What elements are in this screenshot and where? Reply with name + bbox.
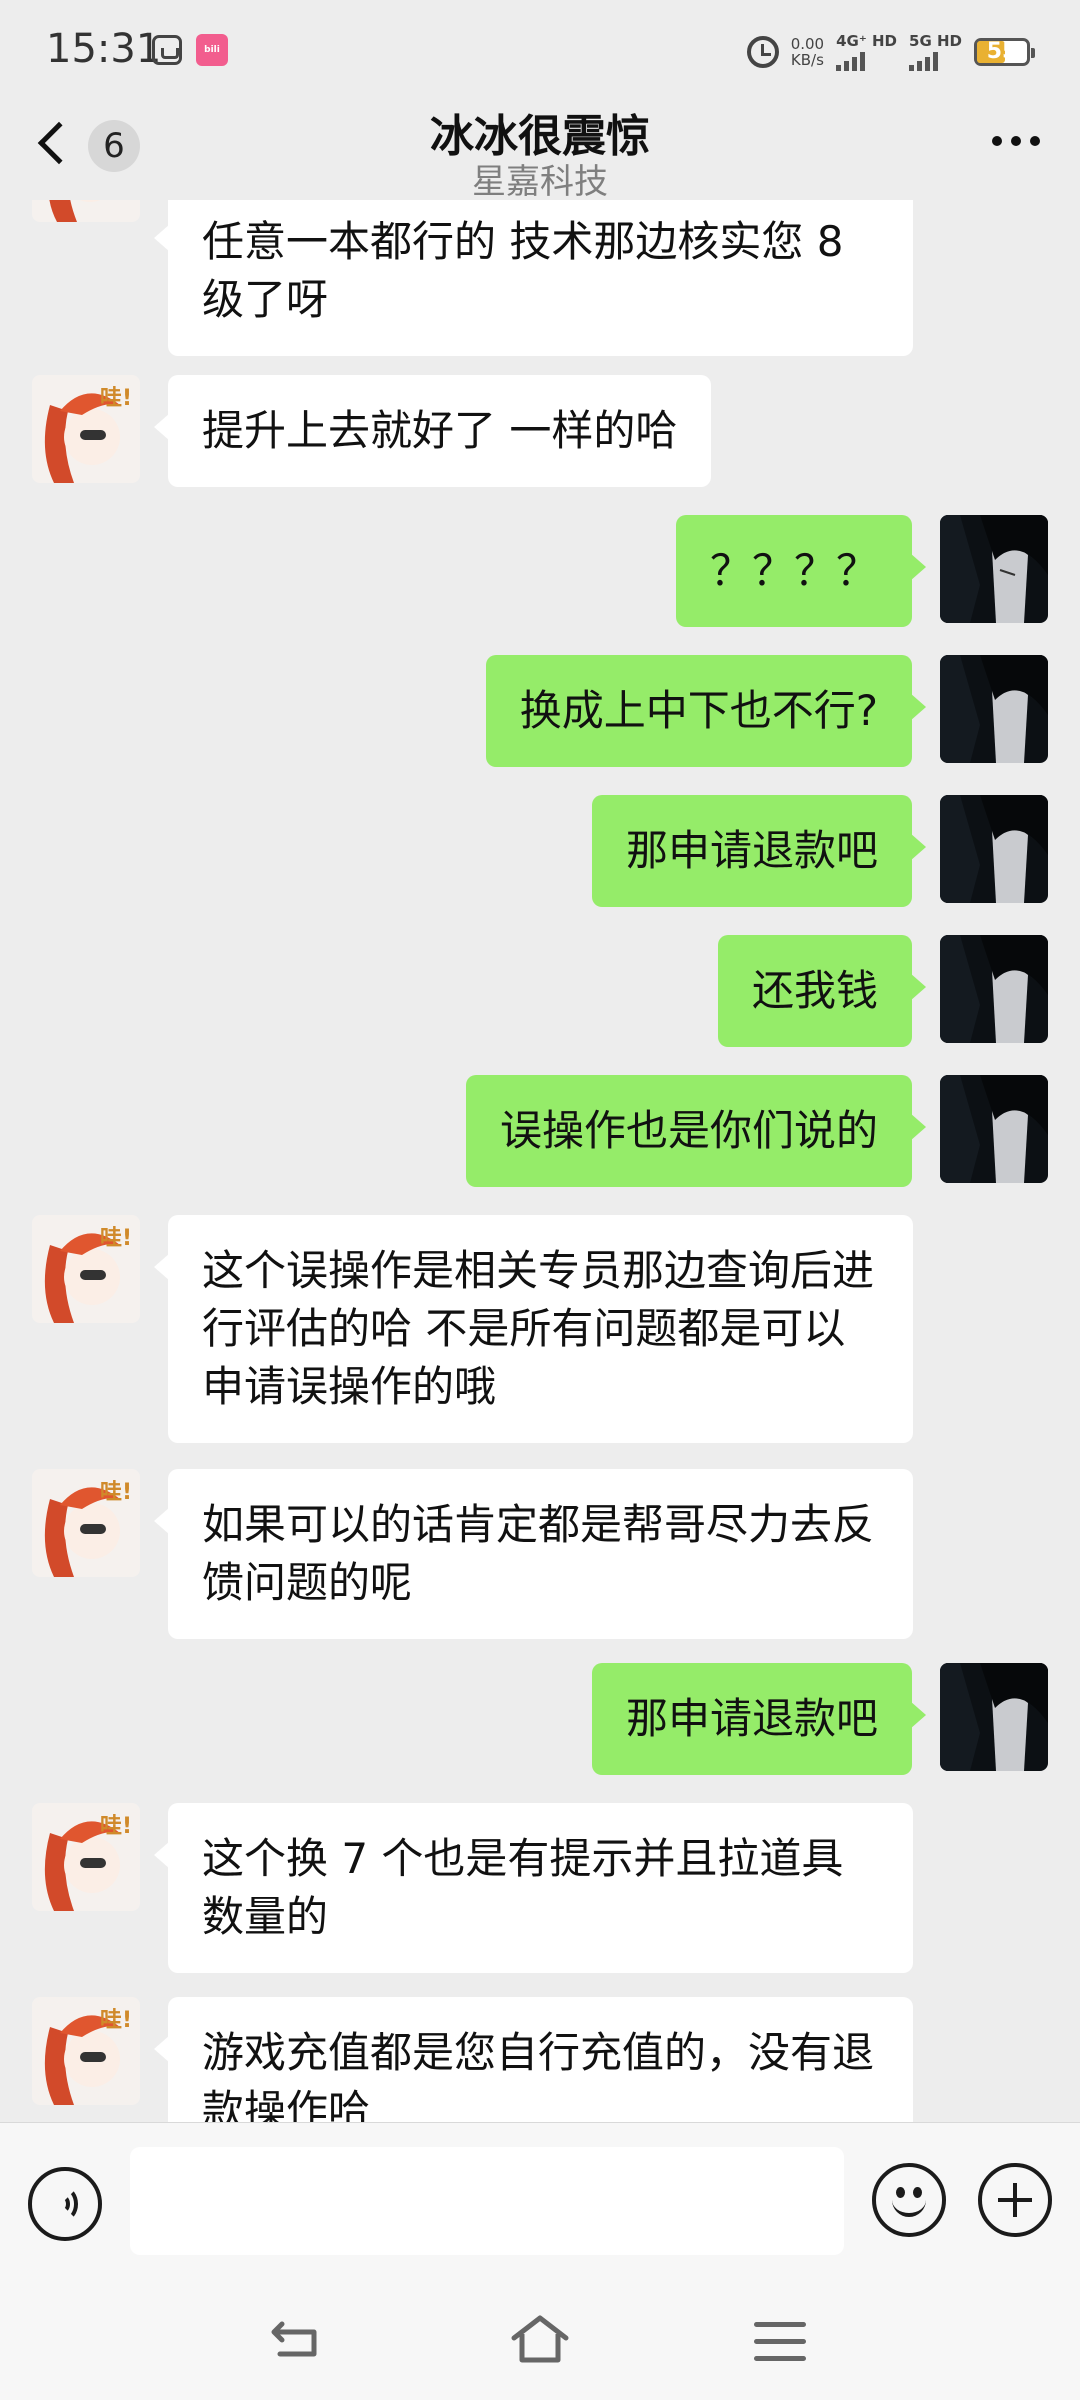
- more-functions-plus-icon[interactable]: [978, 2163, 1052, 2237]
- svg-text:哇!: 哇!: [100, 1480, 132, 1505]
- emoji-icon[interactable]: [872, 2163, 946, 2237]
- svg-text:哇!: 哇!: [100, 386, 132, 411]
- voice-input-icon[interactable]: [28, 2167, 102, 2241]
- message-list[interactable]: 任意一本都行的 技术那边核实您 8 级了呀 哇! 提升上去就好了 一样的哈 ？？…: [0, 200, 1080, 2122]
- contact-avatar[interactable]: 哇!: [32, 1469, 140, 1577]
- network-type-1: 4G⁺ HD: [836, 32, 898, 50]
- user-avatar[interactable]: [940, 935, 1048, 1043]
- status-bar: 15:31 bili 0.00 KB/s 4G⁺ HD 5G HD 55: [0, 0, 1080, 100]
- contact-avatar[interactable]: [32, 200, 140, 222]
- network-speed: 0.00 KB/s: [791, 36, 824, 68]
- battery-level: 55: [986, 39, 1018, 64]
- message-bubble-received[interactable]: 任意一本都行的 技术那边核实您 8 级了呀: [154, 200, 913, 356]
- message-bubble-sent[interactable]: 还我钱: [717, 935, 927, 1047]
- message-row: 换成上中下也不行?: [0, 655, 1080, 767]
- more-options-icon[interactable]: [992, 136, 1040, 146]
- user-avatar[interactable]: [940, 655, 1048, 763]
- user-avatar[interactable]: [940, 795, 1048, 903]
- network-type-2: 5G HD: [909, 32, 962, 50]
- message-input-bar: [0, 2122, 1080, 2280]
- message-bubble-received[interactable]: 如果可以的话肯定都是帮哥尽力去反馈问题的呢: [154, 1469, 913, 1639]
- network-speed-unit: KB/s: [790, 51, 824, 69]
- message-row: 那申请退款吧: [0, 1663, 1080, 1775]
- message-bubble-sent[interactable]: ？？？？: [675, 515, 927, 627]
- contact-avatar[interactable]: 哇!: [32, 1215, 140, 1323]
- user-avatar[interactable]: [940, 1663, 1048, 1771]
- message-row: 误操作也是你们说的: [0, 1075, 1080, 1187]
- svg-text:哇!: 哇!: [100, 1814, 132, 1839]
- user-avatar[interactable]: [940, 515, 1048, 623]
- signal-icon-2: 5G HD: [909, 33, 962, 71]
- contact-avatar[interactable]: 哇!: [32, 1997, 140, 2105]
- battery-icon: 55: [974, 38, 1035, 66]
- signal-icon: 4G⁺ HD: [836, 33, 897, 71]
- message-bubble-received[interactable]: 这个误操作是相关专员那边查询后进行评估的哈 不是所有问题都是可以申请误操作的哦: [154, 1215, 913, 1443]
- network-speed-value: 0.00: [790, 35, 825, 53]
- nav-home-icon[interactable]: [510, 2314, 570, 2364]
- system-navigation-bar: [0, 2280, 1080, 2400]
- message-text-input[interactable]: [130, 2147, 844, 2255]
- bilibili-app-icon: bili: [196, 34, 228, 66]
- message-row: ？？？？: [0, 515, 1080, 627]
- user-avatar[interactable]: [940, 1075, 1048, 1183]
- message-bubble-received[interactable]: 这个换 7 个也是有提示并且拉道具数量的: [154, 1803, 913, 1973]
- gallery-app-icon: [152, 35, 182, 65]
- svg-text:哇!: 哇!: [100, 2008, 132, 2033]
- message-row: 任意一本都行的 技术那边核实您 8 级了呀: [0, 200, 1080, 356]
- chat-header: 6 冰冰很震惊 星嘉科技: [0, 100, 1080, 202]
- message-row: 还我钱: [0, 935, 1080, 1047]
- message-row: 哇! 游戏充值都是您自行充值的，没有退款操作哈: [0, 1997, 1080, 2122]
- message-bubble-sent[interactable]: 误操作也是你们说的: [465, 1075, 927, 1187]
- nav-menu-icon[interactable]: [754, 2322, 806, 2362]
- svg-text:哇!: 哇!: [100, 1226, 132, 1251]
- message-bubble-sent[interactable]: 那申请退款吧: [591, 795, 927, 907]
- message-row: 哇! 如果可以的话肯定都是帮哥尽力去反馈问题的呢: [0, 1469, 1080, 1639]
- message-bubble-sent[interactable]: 那申请退款吧: [591, 1663, 927, 1775]
- message-row: 哇! 提升上去就好了 一样的哈: [0, 375, 1080, 487]
- alarm-icon: [746, 36, 779, 68]
- message-bubble-received[interactable]: 提升上去就好了 一样的哈: [153, 375, 712, 487]
- status-indicators: 0.00 KB/s 4G⁺ HD 5G HD 55: [746, 30, 1035, 74]
- nav-back-icon[interactable]: [270, 2320, 326, 2360]
- contact-avatar[interactable]: 哇!: [32, 1803, 140, 1911]
- message-bubble-received[interactable]: 游戏充值都是您自行充值的，没有退款操作哈: [154, 1997, 913, 2122]
- message-row: 哇! 这个换 7 个也是有提示并且拉道具数量的: [0, 1803, 1080, 1973]
- status-time: 15:31: [46, 26, 162, 72]
- message-row: 哇! 这个误操作是相关专员那边查询后进行评估的哈 不是所有问题都是可以申请误操作…: [0, 1215, 1080, 1443]
- contact-avatar[interactable]: 哇!: [32, 375, 140, 483]
- message-row: 那申请退款吧: [0, 795, 1080, 907]
- chat-subtitle: 星嘉科技: [472, 162, 608, 202]
- message-bubble-sent[interactable]: 换成上中下也不行?: [485, 655, 927, 767]
